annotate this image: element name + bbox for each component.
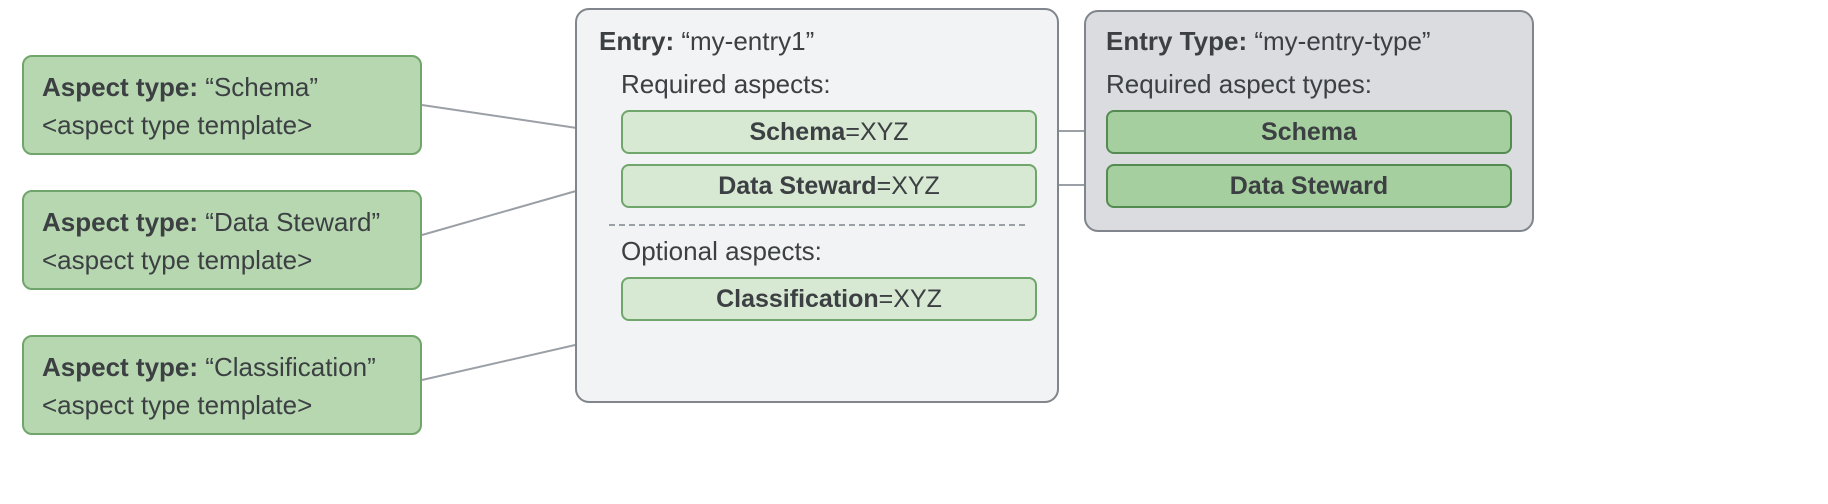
- aspect-type-name: “Data Steward”: [205, 207, 380, 237]
- aspect-type-template: <aspect type template>: [42, 242, 402, 280]
- entry-aspect-data-steward: Data Steward = XYZ: [621, 164, 1037, 208]
- aspect-type-data-steward: Aspect type: “Data Steward” <aspect type…: [22, 190, 422, 290]
- aspect-type-label: Aspect type:: [42, 72, 198, 102]
- entry-type-data-steward: Data Steward: [1106, 164, 1512, 208]
- aspect-type-name: “Schema”: [205, 72, 318, 102]
- aspect-type-title: Aspect type: “Schema”: [42, 69, 402, 107]
- equals-sign: =: [877, 172, 892, 201]
- aspect-type-template: <aspect type template>: [42, 387, 402, 425]
- entry-type-schema: Schema: [1106, 110, 1512, 154]
- entry-type-header-value: “my-entry-type”: [1254, 26, 1430, 56]
- aspect-value: XYZ: [893, 285, 942, 314]
- aspect-type-classification: Aspect type: “Classification” <aspect ty…: [22, 335, 422, 435]
- aspect-value: XYZ: [860, 118, 909, 147]
- entry-aspect-classification: Classification = XYZ: [621, 277, 1037, 321]
- section-divider: [609, 224, 1025, 226]
- aspect-type-template: <aspect type template>: [42, 107, 402, 145]
- aspect-type-title: Aspect type: “Data Steward”: [42, 204, 402, 242]
- entry-header: Entry: “my-entry1”: [599, 26, 1035, 57]
- aspect-type-label: Aspect type:: [42, 207, 198, 237]
- aspect-name: Data Steward: [718, 172, 876, 201]
- entry-type-header: Entry Type: “my-entry-type”: [1106, 26, 1512, 57]
- diagram-canvas: Aspect type: “Schema” <aspect type templ…: [0, 0, 1828, 504]
- aspect-value: XYZ: [891, 172, 940, 201]
- aspect-type-title: Aspect type: “Classification”: [42, 349, 402, 387]
- required-aspects-label: Required aspects:: [621, 69, 1035, 100]
- aspect-type-name: “Classification”: [205, 352, 376, 382]
- entry-header-label: Entry:: [599, 26, 674, 56]
- aspect-name: Schema: [749, 118, 845, 147]
- equals-sign: =: [879, 285, 894, 314]
- aspect-type-label: Aspect type:: [42, 352, 198, 382]
- type-name: Data Steward: [1230, 172, 1388, 201]
- entry-aspect-schema: Schema = XYZ: [621, 110, 1037, 154]
- equals-sign: =: [845, 118, 860, 147]
- required-aspect-types-label: Required aspect types:: [1106, 69, 1512, 100]
- entry-panel: Entry: “my-entry1” Required aspects: Sch…: [575, 8, 1059, 403]
- aspect-type-schema: Aspect type: “Schema” <aspect type templ…: [22, 55, 422, 155]
- aspect-name: Classification: [716, 285, 879, 314]
- entry-type-header-label: Entry Type:: [1106, 26, 1247, 56]
- type-name: Schema: [1261, 118, 1357, 147]
- optional-aspects-label: Optional aspects:: [621, 236, 1035, 267]
- entry-type-panel: Entry Type: “my-entry-type” Required asp…: [1084, 10, 1534, 232]
- entry-header-value: “my-entry1”: [681, 26, 814, 56]
